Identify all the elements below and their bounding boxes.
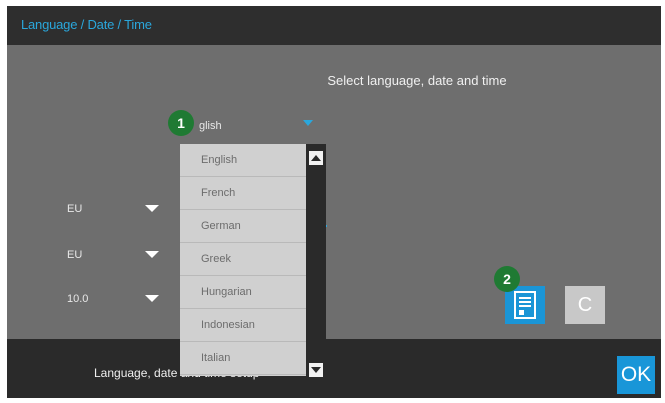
save-button[interactable] <box>505 286 545 324</box>
time-format-value[interactable]: EU <box>67 249 82 261</box>
language-dropdown-list: English French German Greek Hungarian In… <box>180 144 326 377</box>
language-option-english[interactable]: English <box>180 144 306 177</box>
language-option-hungarian[interactable]: Hungarian <box>180 276 306 309</box>
scroll-up-icon[interactable] <box>309 151 323 165</box>
language-option-italian[interactable]: Italian <box>180 342 306 375</box>
language-option-german[interactable]: German <box>180 210 306 243</box>
dropdown-scrollbar[interactable] <box>306 144 326 377</box>
language-dropdown-arrow-icon[interactable] <box>303 120 313 126</box>
clear-button[interactable]: C <box>565 286 605 324</box>
time-dropdown-arrow-icon[interactable] <box>145 295 159 302</box>
language-option-greek[interactable]: Greek <box>180 243 306 276</box>
callout-badge-2: 2 <box>494 266 520 292</box>
ok-button[interactable]: OK <box>617 356 655 394</box>
prompt-text: Select language, date and time <box>327 73 507 88</box>
settings-screen: Language / Date / Time Select language, … <box>7 6 661 398</box>
language-option-indonesian[interactable]: Indonesian <box>180 309 306 342</box>
bottom-bar: Language, date and time setup OK <box>7 339 661 398</box>
date-format-value[interactable]: EU <box>67 203 82 215</box>
scroll-down-icon[interactable] <box>309 363 323 377</box>
language-select-value[interactable]: glish <box>199 120 222 132</box>
callout-badge-1: 1 <box>168 110 194 136</box>
language-options: English French German Greek Hungarian In… <box>180 144 306 376</box>
language-option-french[interactable]: French <box>180 177 306 210</box>
date-format-dropdown-arrow-icon[interactable] <box>145 205 159 212</box>
page-title: Language / Date / Time <box>21 17 152 32</box>
time-value[interactable]: 10.0 <box>67 293 88 305</box>
save-icon <box>514 291 536 319</box>
title-bar: Language / Date / Time <box>7 6 661 45</box>
time-format-dropdown-arrow-icon[interactable] <box>145 251 159 258</box>
